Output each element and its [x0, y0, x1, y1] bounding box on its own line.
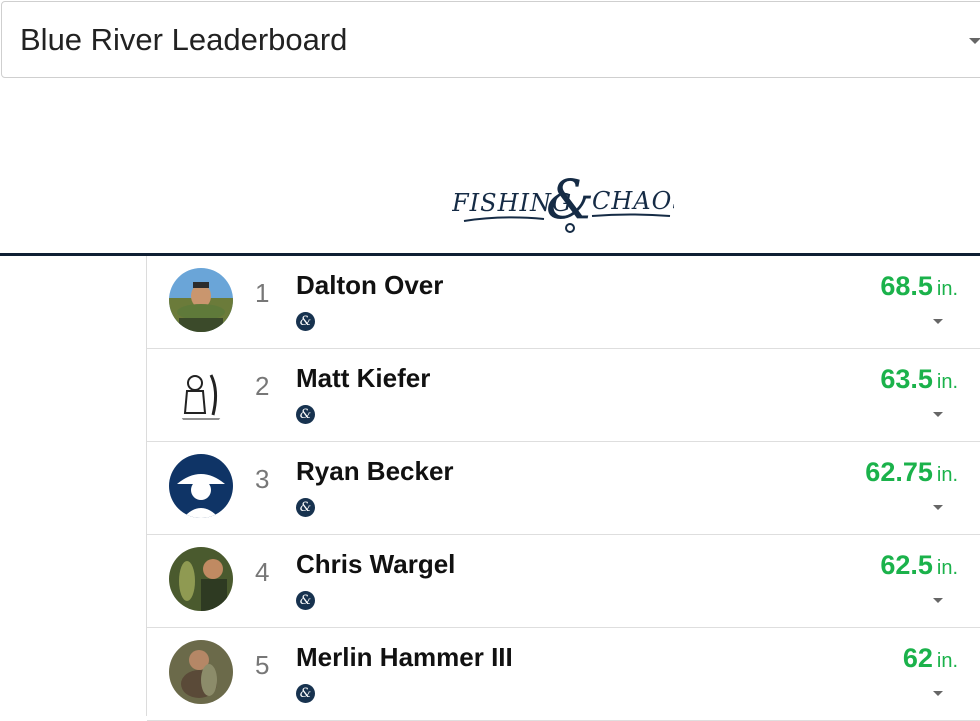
leaderboard-row[interactable]: 3 Ryan Becker & 62.75 in. — [147, 442, 980, 535]
logo-word-right: CHAOS — [592, 187, 674, 215]
leaderboard-list: 1 Dalton Over & 68.5 in. 2 Matt Kiefer & … — [146, 256, 980, 721]
leaderboard-row[interactable]: 2 Matt Kiefer & 63.5 in. — [147, 349, 980, 442]
logo-ampersand: & — [546, 168, 594, 231]
rank-number: 1 — [255, 278, 270, 308]
rank-number: 2 — [255, 371, 270, 401]
score-value: 68.5 — [880, 271, 933, 301]
score: 68.5 in. — [880, 271, 958, 302]
angler-name[interactable]: Matt Kiefer — [296, 363, 430, 394]
score-value: 62.5 — [880, 550, 933, 580]
leaderboard-select[interactable]: Blue River Leaderboard — [1, 1, 980, 78]
score-unit: in. — [936, 464, 958, 486]
avatar — [169, 268, 233, 332]
avatar — [169, 454, 233, 518]
score-value: 62.75 — [865, 457, 933, 487]
fishing-chaos-logo: FISHING & CHAOS — [451, 158, 689, 234]
ampersand-badge-icon: & — [296, 405, 315, 424]
score: 62.75 in. — [865, 457, 958, 488]
avatar — [169, 640, 233, 704]
ampersand-badge-icon: & — [296, 312, 315, 331]
avatar — [169, 547, 233, 611]
score: 62.5 in. — [880, 550, 958, 581]
score-unit: in. — [936, 371, 958, 393]
rank-number: 4 — [255, 557, 270, 587]
angler-name[interactable]: Ryan Becker — [296, 456, 454, 487]
ampersand-badge-icon: & — [296, 684, 315, 703]
chevron-down-icon — [969, 38, 980, 44]
score: 62 in. — [903, 643, 958, 674]
leaderboard-row[interactable]: 5 Merlin Hammer III & 62 in. — [147, 628, 980, 721]
ampersand-badge-icon: & — [296, 591, 315, 610]
score-value: 62 — [902, 643, 933, 673]
avatar — [169, 361, 233, 425]
leaderboard-select-value: Blue River Leaderboard — [20, 22, 348, 57]
score-unit: in. — [936, 650, 958, 672]
score-unit: in. — [936, 557, 958, 579]
expand-chevron-icon[interactable] — [933, 505, 943, 510]
ampersand-badge-icon: & — [296, 498, 315, 517]
expand-chevron-icon[interactable] — [933, 319, 943, 324]
expand-chevron-icon[interactable] — [933, 691, 943, 696]
angler-name[interactable]: Chris Wargel — [296, 549, 455, 580]
expand-chevron-icon[interactable] — [933, 598, 943, 603]
angler-name[interactable]: Merlin Hammer III — [296, 642, 513, 673]
leaderboard-row[interactable]: 1 Dalton Over & 68.5 in. — [147, 256, 980, 349]
rank-number: 3 — [255, 464, 270, 494]
score-unit: in. — [936, 278, 958, 300]
leaderboard-row[interactable]: 4 Chris Wargel & 62.5 in. — [147, 535, 980, 628]
expand-chevron-icon[interactable] — [933, 412, 943, 417]
rank-number: 5 — [255, 650, 270, 680]
score: 63.5 in. — [880, 364, 958, 395]
score-value: 63.5 — [880, 364, 933, 394]
angler-name[interactable]: Dalton Over — [296, 270, 443, 301]
